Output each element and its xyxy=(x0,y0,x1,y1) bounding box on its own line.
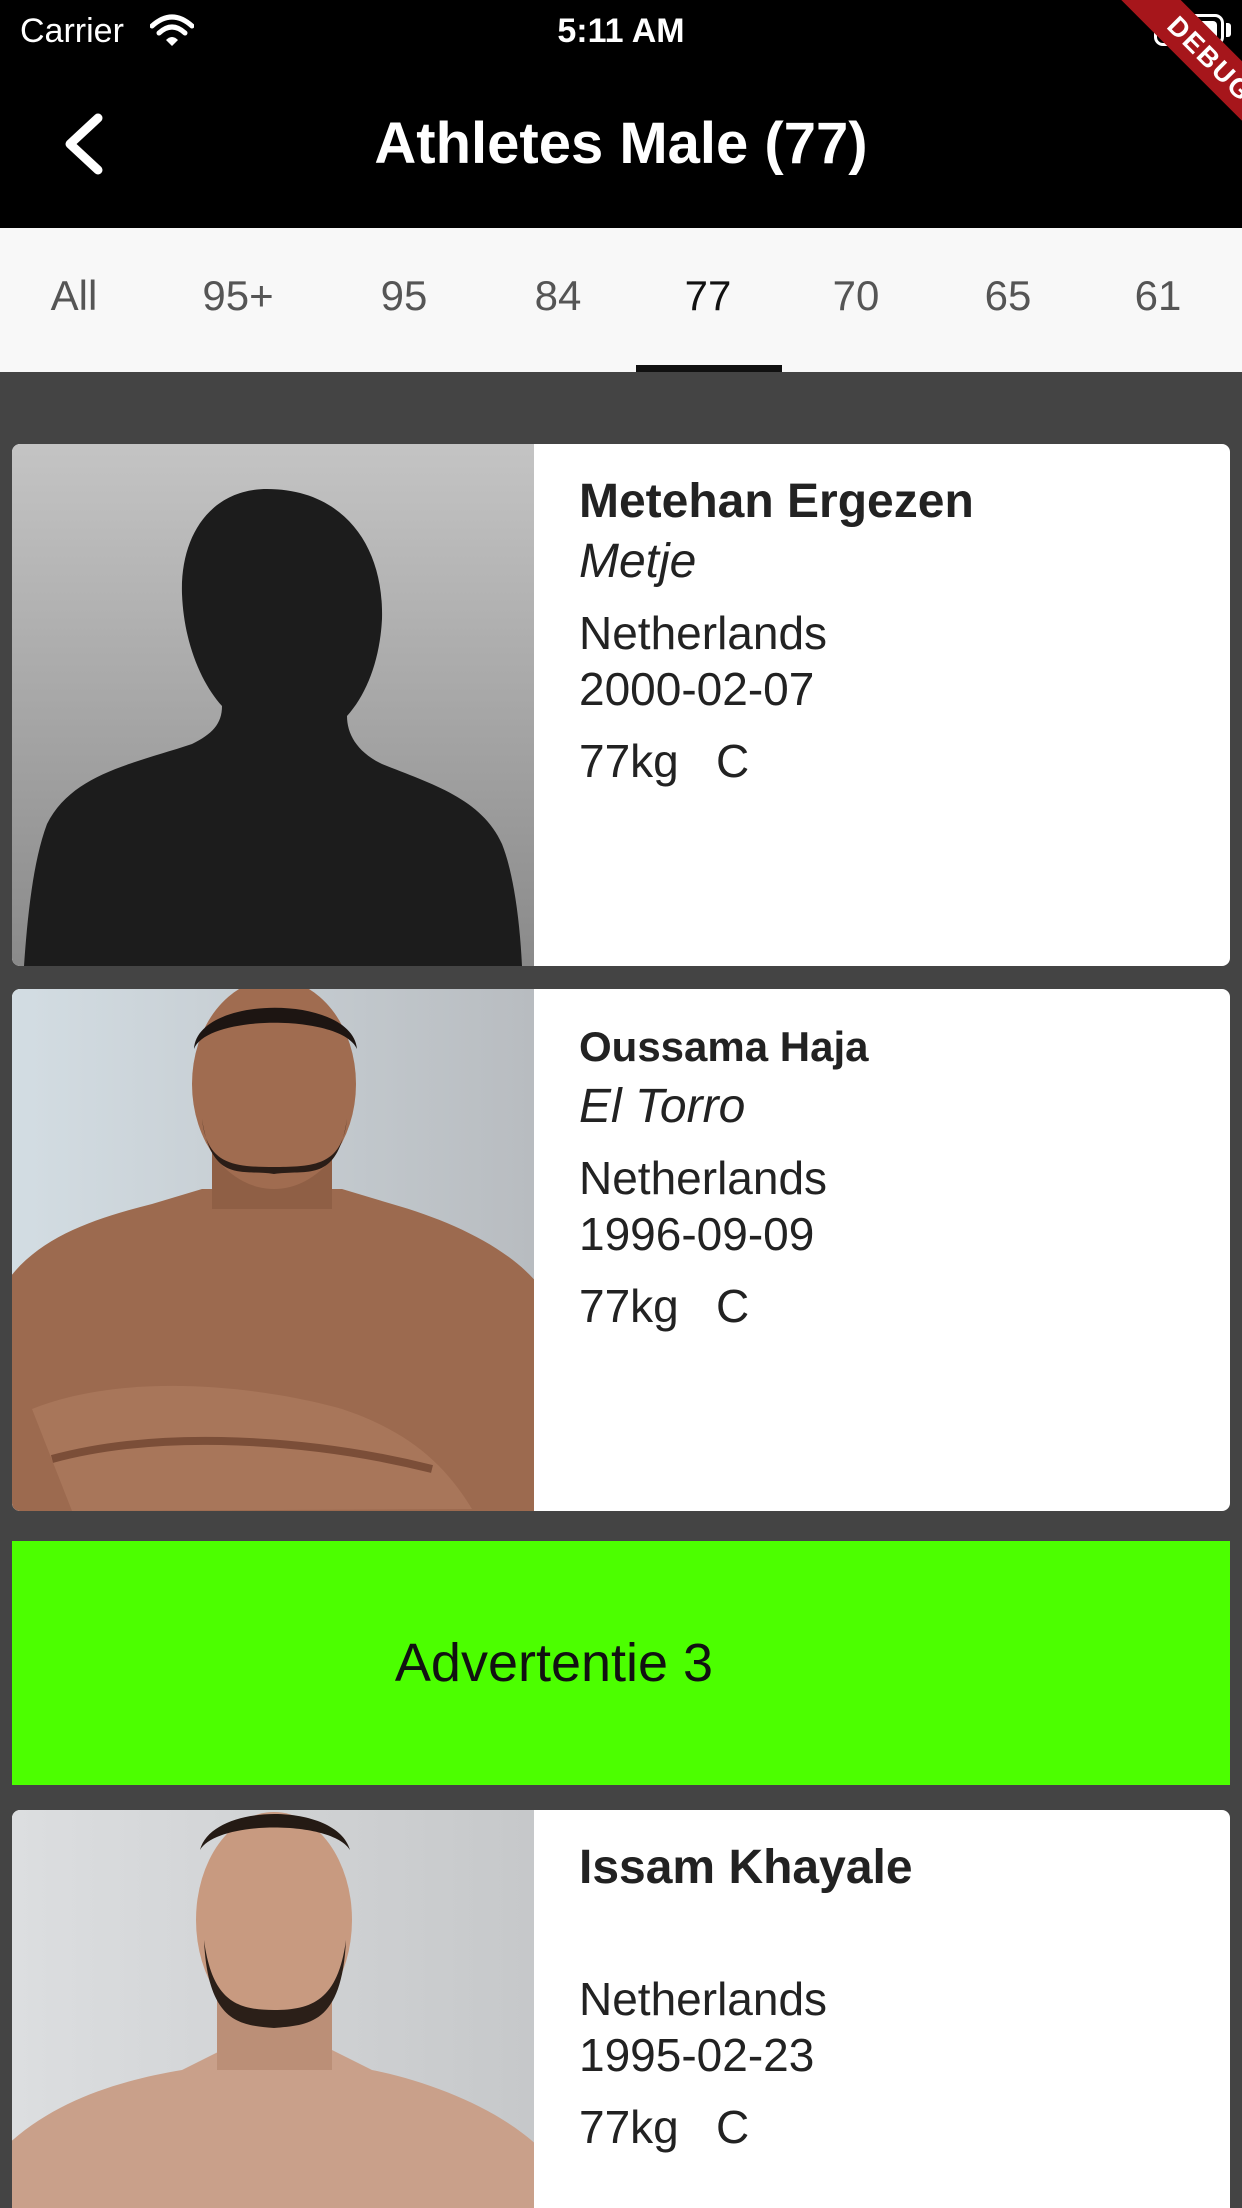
athlete-card[interactable]: Oussama Haja El Torro Netherlands 1996-0… xyxy=(12,989,1230,1511)
athlete-name: Issam Khayale xyxy=(579,1841,913,1894)
advertisement-label: Advertentie 3 xyxy=(394,1633,714,1693)
tab-77[interactable]: 77 xyxy=(648,228,768,372)
athlete-country: Netherlands xyxy=(579,607,828,659)
athlete-name: Oussama Haja xyxy=(579,1023,869,1070)
athlete-portrait xyxy=(12,989,534,1511)
athlete-name: Metehan Ergezen xyxy=(579,475,974,528)
athlete-portrait xyxy=(12,1810,534,2208)
screen: Carrier 5:11 AM Athletes Male (77) DEBUG… xyxy=(0,0,1242,2208)
weight-class-tabs: All 95+ 95 84 77 70 65 61 xyxy=(0,228,1242,372)
athlete-birthdate: 1995-02-23 xyxy=(579,2029,815,2081)
tab-70[interactable]: 70 xyxy=(796,228,916,372)
avatar-silhouette-icon xyxy=(12,444,534,966)
athlete-division: C xyxy=(716,1280,750,1332)
tab-95-plus[interactable]: 95+ xyxy=(178,228,298,372)
athlete-division: C xyxy=(716,735,750,787)
athlete-photo-placeholder xyxy=(12,444,534,966)
athlete-weight: 77kg xyxy=(579,735,679,787)
athlete-nickname: El Torro xyxy=(579,1080,746,1133)
advertisement-banner[interactable]: Advertentie 3 xyxy=(12,1541,1230,1785)
athlete-weight: 77kg xyxy=(579,1280,679,1332)
tab-84[interactable]: 84 xyxy=(498,228,618,372)
selected-tab-indicator xyxy=(636,365,782,372)
athlete-division: C xyxy=(716,2101,750,2153)
athlete-weight: 77kg xyxy=(579,2101,679,2153)
page-title: Athletes Male (77) xyxy=(374,111,868,176)
top-bar: Carrier 5:11 AM Athletes Male (77) DEBUG xyxy=(0,0,1242,228)
battery-cap xyxy=(1226,23,1231,37)
athlete-card[interactable]: Issam Khayale Netherlands 1995-02-23 77k… xyxy=(12,1810,1230,2208)
athlete-nickname: Metje xyxy=(579,535,697,588)
tab-all[interactable]: All xyxy=(14,228,134,372)
athlete-photo xyxy=(12,1810,534,2208)
athlete-country: Netherlands xyxy=(579,1973,828,2025)
athlete-birthdate: 2000-02-07 xyxy=(579,663,815,715)
tab-65[interactable]: 65 xyxy=(948,228,1068,372)
athlete-photo xyxy=(12,989,534,1511)
athlete-card[interactable]: Metehan Ergezen Metje Netherlands 2000-0… xyxy=(12,444,1230,966)
status-time: 5:11 AM xyxy=(557,12,685,50)
tab-95[interactable]: 95 xyxy=(344,228,464,372)
athlete-birthdate: 1996-09-09 xyxy=(579,1208,815,1260)
tab-61[interactable]: 61 xyxy=(1098,228,1218,372)
athlete-country: Netherlands xyxy=(579,1152,828,1204)
